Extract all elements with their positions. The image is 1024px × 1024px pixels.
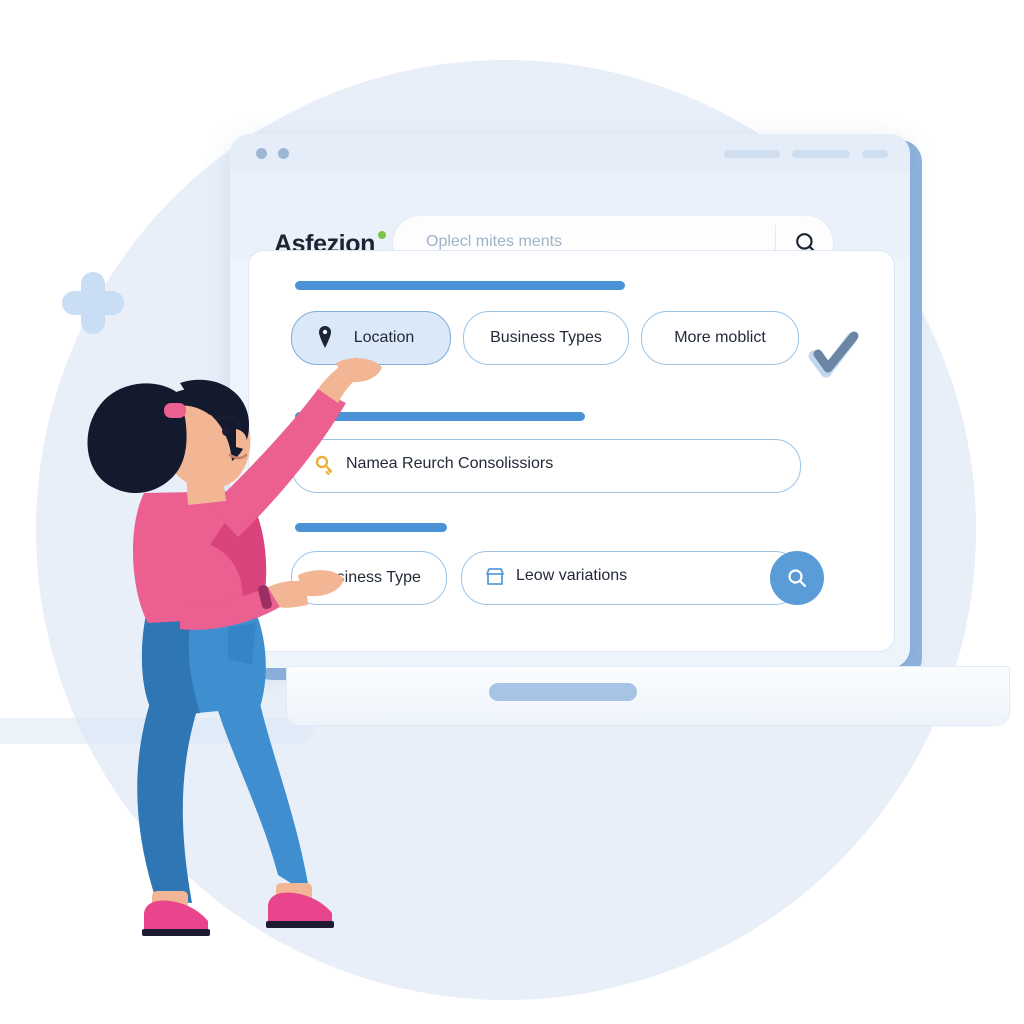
- logo-dot-icon: [377, 231, 386, 239]
- variations-search-value: Leow variations: [516, 567, 628, 584]
- filter-chip-more[interactable]: More moblict: [641, 311, 799, 365]
- filter-chip-business-types[interactable]: Business Types: [463, 311, 629, 365]
- window-dot-2[interactable]: [278, 148, 289, 159]
- tab-placeholder-2[interactable]: [792, 150, 850, 158]
- app-header: Asfezion Oplecl mites ments: [230, 172, 910, 270]
- search-icon: [788, 569, 807, 588]
- laptop-base: [286, 666, 1010, 726]
- variations-search-field[interactable]: Leow variations: [461, 551, 824, 605]
- search-submit-button[interactable]: [770, 551, 824, 605]
- plus-icon: [62, 272, 124, 334]
- person-illustration: [87, 357, 382, 936]
- global-search-placeholder: Oplecl mites ments: [426, 233, 563, 250]
- illustration-canvas: Asfezion Oplecl mites ments Location Bus…: [0, 0, 1024, 1024]
- store-icon: [486, 568, 504, 585]
- tab-placeholder-3[interactable]: [862, 150, 888, 158]
- browser-titlebar: [230, 134, 910, 172]
- filter-chip-more-label: More moblict: [674, 329, 766, 346]
- laptop-base-notch: [489, 683, 637, 701]
- tab-placeholder-1[interactable]: [724, 150, 780, 158]
- filter-chip-business-types-label: Business Types: [490, 329, 602, 346]
- section-bar-location: [295, 281, 625, 290]
- check-icon: [808, 331, 859, 378]
- map-pin-icon: [319, 326, 331, 348]
- window-dot-1[interactable]: [256, 148, 267, 159]
- filter-chip-location-label: Location: [353, 329, 415, 346]
